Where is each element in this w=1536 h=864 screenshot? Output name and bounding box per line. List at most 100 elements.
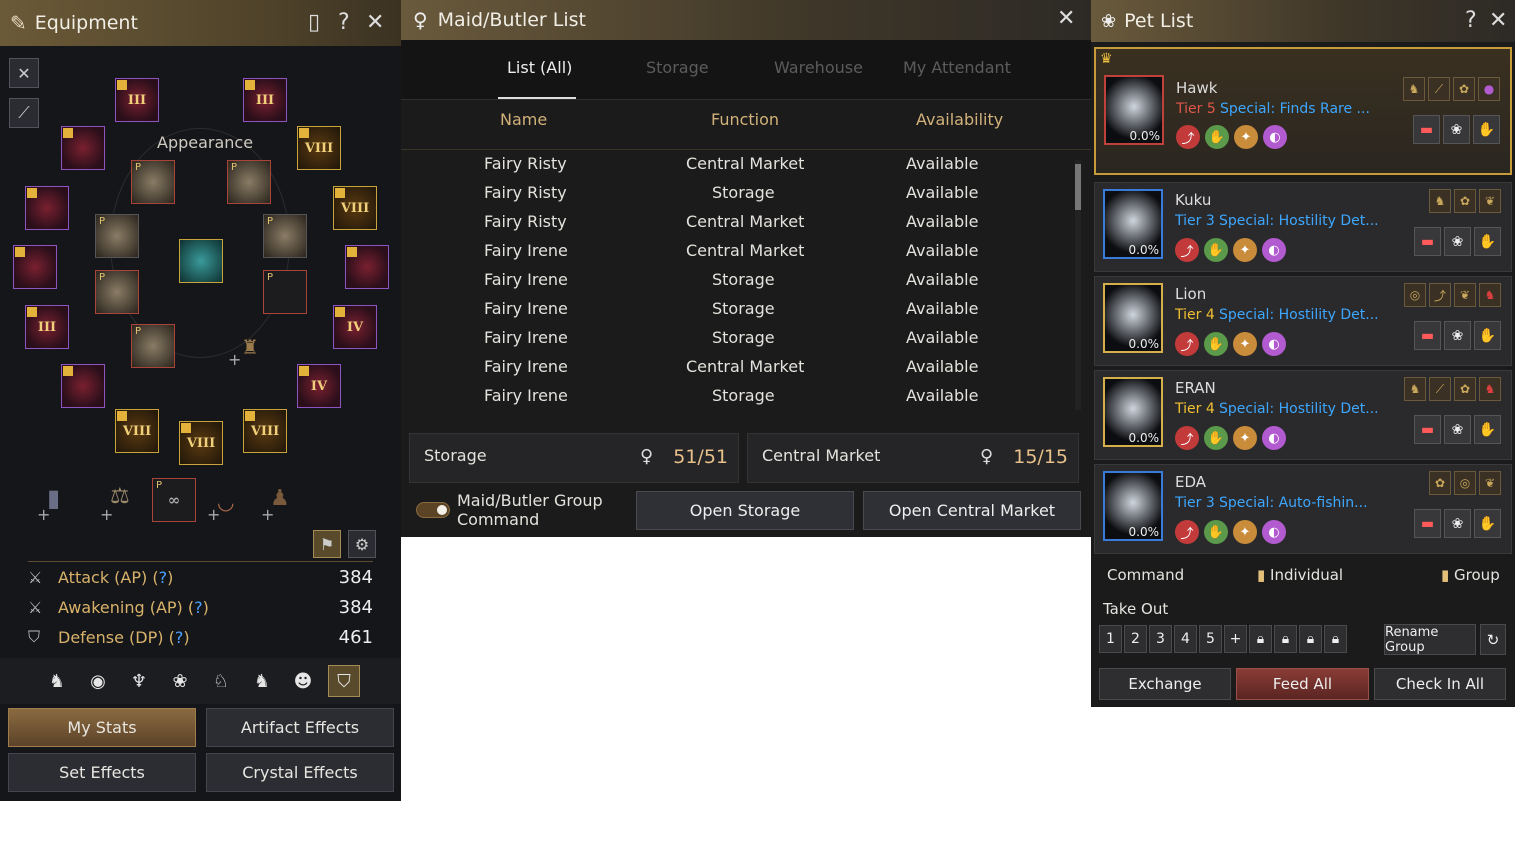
feed-icon[interactable]: ▬: [1414, 509, 1441, 538]
gear-slot-sub-weapon[interactable]: VIII: [179, 421, 223, 465]
gear-slot-ring-left[interactable]: [25, 186, 69, 230]
horse-icon[interactable]: ♞: [41, 665, 73, 697]
exchange-button[interactable]: Exchange: [1099, 668, 1231, 700]
gear-slot-earring-left[interactable]: [61, 126, 105, 170]
hand-icon[interactable]: ✋: [1474, 415, 1501, 444]
take-out-slot-3[interactable]: 3: [1149, 625, 1172, 653]
open-storage-button[interactable]: Open Storage: [636, 491, 854, 530]
gear-slot-belt[interactable]: [61, 364, 105, 408]
pet-card[interactable]: 0.0% EDA Tier 3 Special: Auto-fishin... …: [1094, 464, 1512, 554]
lock-icon[interactable]: 🔒︎: [1274, 625, 1297, 653]
crossed-swords-icon[interactable]: ✕: [9, 58, 39, 88]
rename-group-button[interactable]: Rename Group: [1384, 624, 1476, 655]
paw-icon[interactable]: ❀: [164, 665, 196, 697]
close-icon[interactable]: ✕: [1057, 6, 1075, 32]
group-option[interactable]: ▮ Group: [1441, 566, 1500, 584]
outfit-armor-icon[interactable]: ♜: [241, 335, 259, 359]
lock-icon[interactable]: 🔒︎: [1249, 625, 1272, 653]
help-link[interactable]: ?: [194, 598, 203, 617]
help-link[interactable]: ?: [159, 568, 168, 587]
table-row[interactable]: Fairy Risty Central Market Available: [401, 212, 1071, 241]
my-stats-button[interactable]: My Stats: [8, 708, 196, 747]
crystal-effects-button[interactable]: Crystal Effects: [206, 753, 394, 792]
gear-slot-gloves[interactable]: III: [25, 305, 69, 349]
paw-action-icon[interactable]: ❀: [1444, 227, 1471, 256]
scales-icon[interactable]: ⚖: [110, 484, 130, 509]
gear-slot-artifact-right[interactable]: [345, 245, 389, 289]
pet-card[interactable]: 0.0% ERAN Tier 4 Special: Hostility Det.…: [1094, 370, 1512, 460]
document-icon[interactable]: ▯: [308, 10, 320, 36]
appearance-toggle-icon[interactable]: ⚑: [313, 530, 341, 558]
hand-icon[interactable]: ✋: [1473, 115, 1500, 144]
outfit-center-gem-slot[interactable]: [179, 239, 223, 283]
individual-option[interactable]: ▮ Individual: [1257, 566, 1343, 584]
pet-card[interactable]: 0.0% Lion Tier 4 Special: Hostility Det.…: [1094, 276, 1512, 366]
table-row[interactable]: Fairy Irene Storage Available: [401, 270, 1071, 299]
rider-icon[interactable]: ♞: [246, 665, 278, 697]
gear-slot-helmet[interactable]: III: [115, 78, 159, 122]
table-row[interactable]: Fairy Irene Storage Available: [401, 386, 1071, 415]
horse-head-icon[interactable]: ♘: [205, 665, 237, 697]
settings-gear-icon[interactable]: ⚙: [348, 530, 376, 558]
add-icon[interactable]: +: [1224, 625, 1247, 653]
scrollbar-thumb[interactable]: [1075, 164, 1081, 210]
take-out-slot-1[interactable]: 1: [1099, 625, 1122, 653]
pet-card[interactable]: 0.0% Kuku Tier 3 Special: Hostility Det.…: [1094, 182, 1512, 272]
scrollbar[interactable]: [1075, 160, 1081, 410]
feed-icon[interactable]: ▬: [1414, 321, 1441, 350]
outfit-hat-slot[interactable]: P: [131, 160, 175, 204]
hand-icon[interactable]: ✋: [1474, 321, 1501, 350]
tab-storage[interactable]: Storage: [646, 58, 709, 77]
table-row[interactable]: Fairy Risty Storage Available: [401, 183, 1071, 212]
take-out-slot-5[interactable]: 5: [1199, 625, 1222, 653]
add-slot-icon[interactable]: +: [228, 350, 241, 369]
gear-slot-earring-right[interactable]: VIII: [297, 126, 341, 170]
outfit-gloves-slot[interactable]: P: [131, 324, 175, 368]
take-out-slot-4[interactable]: 4: [1174, 625, 1197, 653]
outfit-weapon-right-slot[interactable]: P: [263, 270, 307, 314]
lock-icon[interactable]: 🔒︎: [1324, 625, 1347, 653]
shield-tab-icon[interactable]: ⛉: [328, 665, 360, 697]
outfit-glasses-slot[interactable]: P ∞: [152, 478, 196, 522]
tab-my-attendant[interactable]: My Attendant: [903, 58, 1011, 77]
fox-icon[interactable]: ♆: [123, 665, 155, 697]
help-icon[interactable]: ?: [338, 10, 350, 36]
outfit-weapon-left-slot[interactable]: P: [95, 270, 139, 314]
check-in-all-button[interactable]: Check In All: [1374, 668, 1506, 700]
lock-icon[interactable]: 🔒︎: [1299, 625, 1322, 653]
close-icon[interactable]: ✕: [1489, 8, 1507, 34]
feed-icon[interactable]: ▬: [1414, 415, 1441, 444]
gear-slot-armor[interactable]: III: [243, 78, 287, 122]
tab-warehouse[interactable]: Warehouse: [774, 58, 863, 77]
table-row[interactable]: Fairy Irene Central Market Available: [401, 357, 1071, 386]
refresh-icon[interactable]: ↻: [1480, 624, 1506, 655]
outfit-top-slot[interactable]: P: [227, 160, 271, 204]
hand-icon[interactable]: ✋: [1474, 227, 1501, 256]
table-row[interactable]: Fairy Irene Storage Available: [401, 328, 1071, 357]
table-row[interactable]: Fairy Risty Central Market Available: [401, 154, 1071, 183]
cloak-icon[interactable]: ♟: [270, 486, 290, 511]
pickaxe-icon[interactable]: ⟋: [9, 98, 39, 128]
take-out-slot-2[interactable]: 2: [1124, 625, 1147, 653]
table-row[interactable]: Fairy Irene Storage Available: [401, 299, 1071, 328]
paw-action-icon[interactable]: ❀: [1444, 415, 1471, 444]
paw-action-icon[interactable]: ❀: [1444, 509, 1471, 538]
group-command-toggle[interactable]: [416, 502, 450, 518]
help-link[interactable]: ?: [175, 628, 184, 647]
outfit-costume-right-slot[interactable]: P: [263, 214, 307, 258]
gear-slot-awakening-weapon[interactable]: VIII: [243, 409, 287, 453]
table-row[interactable]: Fairy Irene Central Market Available: [401, 241, 1071, 270]
gear-slot-ring-right[interactable]: VIII: [333, 186, 377, 230]
paw-action-icon[interactable]: ❀: [1444, 321, 1471, 350]
maid-icon[interactable]: ☻: [287, 665, 319, 697]
gear-slot-main-weapon[interactable]: VIII: [115, 409, 159, 453]
gear-slot-artifact-left[interactable]: [13, 245, 57, 289]
book-icon[interactable]: ▮: [47, 484, 60, 512]
help-icon[interactable]: ?: [1465, 8, 1477, 34]
tab-list-all[interactable]: List (All): [507, 58, 572, 77]
feed-icon[interactable]: ▬: [1414, 227, 1441, 256]
lips-icon[interactable]: ◡: [217, 490, 234, 514]
gear-slot-necklace[interactable]: IV: [297, 364, 341, 408]
feed-all-button[interactable]: Feed All: [1236, 668, 1369, 700]
hand-icon[interactable]: ✋: [1474, 509, 1501, 538]
